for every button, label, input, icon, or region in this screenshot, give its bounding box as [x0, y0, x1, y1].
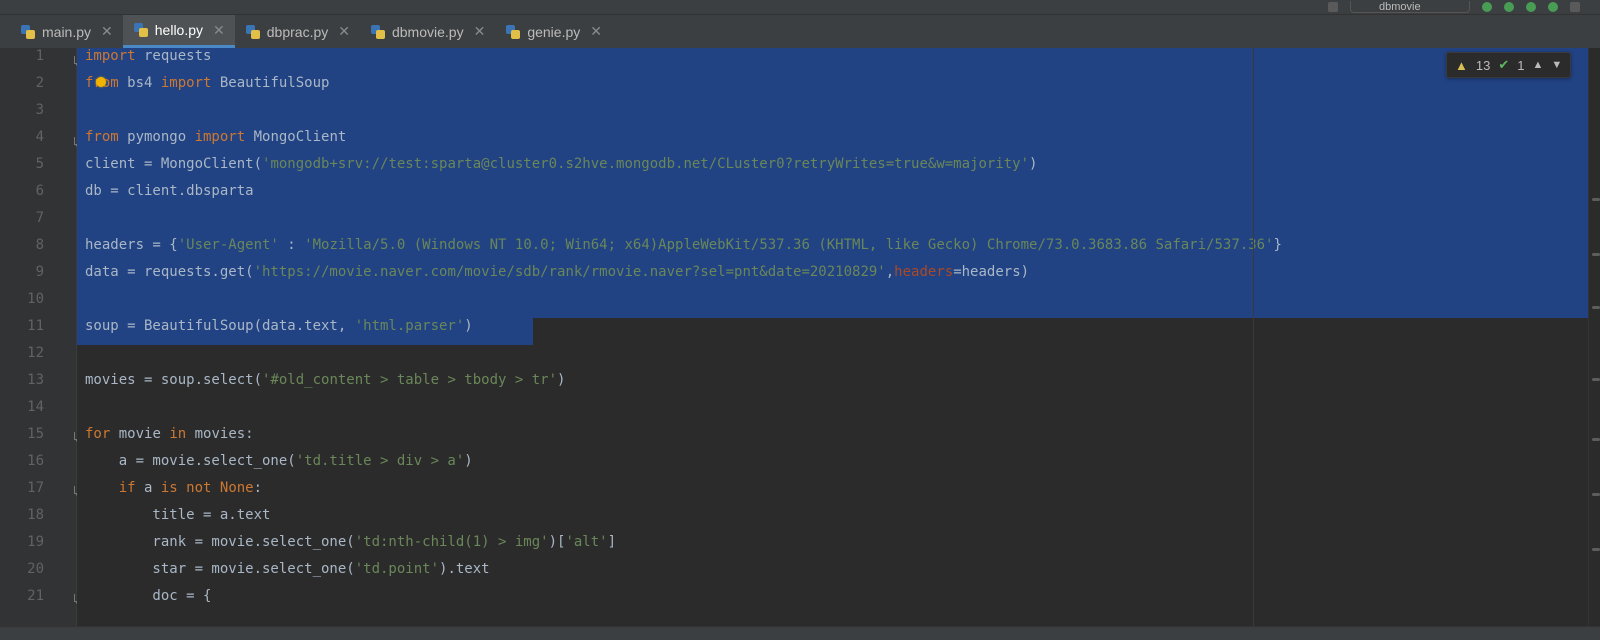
close-icon[interactable]: ✕	[338, 23, 350, 40]
coverage-icon[interactable]	[1526, 2, 1536, 12]
python-file-icon	[133, 22, 149, 38]
code-line: doc = {	[85, 588, 212, 604]
code-line: from bs4 import BeautifulSoup	[85, 75, 330, 91]
code-line: soup = BeautifulSoup(data.text, 'html.pa…	[85, 318, 473, 334]
line-number: 3	[35, 102, 44, 118]
line-number: 6	[35, 183, 44, 199]
line-number: 14	[27, 399, 44, 415]
tab-dbmovie-py[interactable]: dbmovie.py ✕	[360, 15, 495, 48]
code-line: if a is not None:	[118, 480, 263, 496]
profile-icon[interactable]	[1548, 2, 1558, 12]
inspection-widget[interactable]: ▲ 13 ✔ 1 ▲ ▼	[1446, 52, 1572, 78]
tab-label: hello.py	[154, 22, 204, 38]
code-line: client = MongoClient('mongodb+srv://test…	[85, 156, 1038, 172]
user-icon[interactable]	[1328, 2, 1338, 12]
code-line: data = requests.get('https://movie.naver…	[85, 264, 1030, 280]
line-number: 10	[27, 291, 44, 307]
code-line: title = a.text	[85, 507, 271, 523]
close-icon[interactable]: ✕	[101, 23, 113, 40]
code-line: movies = soup.select('#old_content > tab…	[85, 372, 566, 388]
line-number: 19	[27, 534, 44, 550]
line-number: 1	[35, 48, 44, 64]
right-margin-guide	[1253, 48, 1254, 639]
scroll-marker	[1592, 548, 1600, 551]
line-number: 21	[27, 588, 44, 604]
toolbar-tools: dbmovie	[1328, 0, 1580, 14]
line-number: 18	[27, 507, 44, 523]
line-number: 16	[27, 453, 44, 469]
code-line: headers = {'User-Agent' : 'Mozilla/5.0 (…	[85, 237, 1282, 253]
run-icon[interactable]	[1482, 2, 1492, 12]
code-line: for movie in movies:	[85, 426, 254, 442]
code-line: a = movie.select_one('td.title > div > a…	[85, 453, 473, 469]
code-line: rank = movie.select_one('td:nth-child(1)…	[85, 534, 617, 550]
chevron-down-icon[interactable]: ▼	[1551, 59, 1562, 71]
line-number: 9	[35, 264, 44, 280]
code-line: db = client.dbsparta	[85, 183, 254, 199]
line-number: 15	[27, 426, 44, 442]
line-number: 2	[35, 75, 44, 91]
code-editor[interactable]: import requests from bs4 import Beautifu…	[77, 48, 1600, 639]
tab-label: main.py	[42, 23, 92, 40]
line-number: 20	[27, 561, 44, 577]
code-lines: import requests from bs4 import Beautifu…	[85, 48, 1282, 615]
scroll-marker	[1592, 493, 1600, 496]
stop-icon[interactable]	[1570, 2, 1580, 12]
tab-label: genie.py	[527, 23, 581, 40]
scroll-marker	[1592, 253, 1600, 256]
line-numbers: 1 2 3 4 5 6 7 8 9 10 11 12 13 14 15 16 1…	[0, 48, 60, 615]
warning-count: 13	[1475, 57, 1491, 73]
python-file-icon	[20, 24, 36, 40]
line-number: 5	[35, 156, 44, 172]
python-file-icon	[370, 24, 386, 40]
tab-bar-edge	[0, 15, 10, 48]
line-number: 11	[27, 318, 44, 334]
line-number: 8	[35, 237, 44, 253]
tab-dbprac-py[interactable]: dbprac.py ✕	[235, 15, 360, 48]
tab-hello-py[interactable]: hello.py ✕	[122, 15, 235, 48]
debug-icon[interactable]	[1504, 2, 1514, 12]
ok-count: 1	[1517, 57, 1525, 73]
scroll-marker	[1592, 438, 1600, 441]
scroll-marker	[1592, 306, 1600, 309]
line-number: 4	[35, 129, 44, 145]
close-icon[interactable]: ✕	[474, 23, 486, 40]
chevron-up-icon[interactable]: ▲	[1532, 59, 1543, 71]
line-number: 13	[27, 372, 44, 388]
bottom-bar	[0, 626, 1600, 640]
scroll-marker	[1592, 198, 1600, 201]
line-number: 7	[35, 210, 44, 226]
check-icon: ✔	[1498, 57, 1510, 72]
line-number: 17	[27, 480, 44, 496]
close-icon[interactable]: ✕	[213, 22, 225, 39]
close-icon[interactable]: ✕	[590, 23, 602, 40]
editor-scrollbar[interactable]	[1588, 48, 1600, 639]
scroll-marker	[1592, 378, 1600, 381]
python-file-icon	[245, 24, 261, 40]
tab-label: dbmovie.py	[391, 23, 464, 40]
code-line: from pymongo import MongoClient	[85, 129, 347, 145]
lightbulb-icon[interactable]	[96, 77, 106, 87]
top-toolbar: dbmovie	[0, 0, 1600, 15]
run-config-select[interactable]: dbmovie	[1350, 1, 1470, 13]
tab-main-py[interactable]: main.py ✕	[10, 15, 123, 48]
warning-icon: ▲	[1455, 57, 1468, 73]
code-line: import requests	[85, 48, 212, 64]
tab-genie-py[interactable]: genie.py ✕	[495, 15, 612, 48]
python-file-icon	[505, 24, 521, 40]
tab-label: dbprac.py	[266, 23, 329, 40]
editor-tab-bar: main.py ✕ hello.py ✕ dbprac.py ✕ dbmovie…	[0, 15, 1600, 49]
line-gutter: 1 2 3 4 5 6 7 8 9 10 11 12 13 14 15 16 1…	[0, 48, 77, 639]
code-line: star = movie.select_one('td.point').text	[85, 561, 490, 577]
line-number: 12	[27, 345, 44, 361]
